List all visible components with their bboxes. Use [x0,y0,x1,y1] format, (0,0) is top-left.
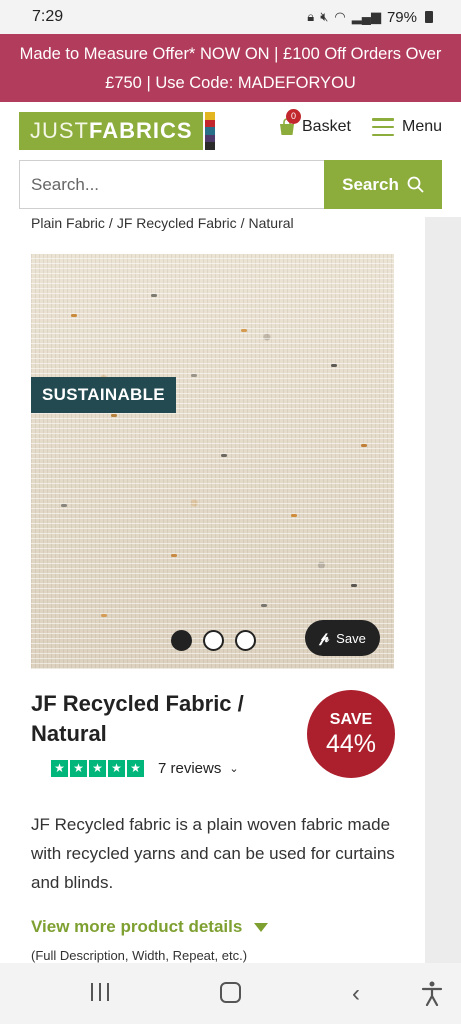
rating-stars: ★ ★ ★ ★ ★ [51,760,144,777]
back-icon[interactable]: ‹ [352,980,360,1008]
chevron-down-icon: ⌄ [229,763,239,775]
accessibility-icon[interactable] [421,980,443,1006]
carousel-dot[interactable] [171,630,192,651]
search-icon [407,176,424,193]
wifi-icon: ◠ [334,9,346,24]
product-image[interactable] [31,254,394,669]
search-input[interactable] [19,160,324,209]
star-icon: ★ [127,760,144,777]
product-title: JF Recycled Fabric / Natural [31,691,244,746]
basket-label: Basket [302,118,351,135]
logo-stripes [204,112,215,150]
home-icon[interactable] [220,982,241,1003]
save-label: SAVE [329,711,373,728]
basket-count-badge: 0 [286,109,301,124]
star-icon: ★ [108,760,125,777]
pinterest-save-label: Save [336,630,366,646]
battery-text: 79% [386,8,417,26]
site-header: JUSTFABRICS 0 Basket Menu [0,102,461,158]
basket-button[interactable]: 0 Basket [278,109,351,136]
carousel-dot[interactable] [203,630,224,651]
reviews-count: 7 reviews [158,760,222,777]
breadcrumb: Plain Fabric / JF Recycled Fabric / Natural [31,215,294,231]
breadcrumb-item[interactable]: JF Recycled Fabric [117,215,237,231]
promo-text: Made to Measure Offer* NOW ON | £100 Off… [19,45,442,92]
mute-icon: 🔇︎ [320,9,329,24]
hamburger-icon [372,118,394,136]
basket-icon: 0 [278,109,301,136]
signal-icon: ▂▄▆ [351,9,381,24]
logo-fabrics: FABRICS [89,118,193,143]
star-icon: ★ [89,760,106,777]
pinterest-icon: 𝓅 [319,630,330,646]
search-button-label: Search [342,174,399,194]
status-time: 7:29 [32,8,64,25]
view-more-label: View more product details [31,917,243,936]
promo-banner[interactable]: Made to Measure Offer* NOW ON | £100 Off… [0,34,461,102]
system-nav-bar: ‹ [0,963,461,1024]
search-bar: Search [19,160,442,209]
battery-icon [425,11,433,23]
view-more-subtext: (Full Description, Width, Repeat, etc.) [31,948,248,963]
pinterest-save-button[interactable]: 𝓅 Save [305,620,380,656]
menu-label: Menu [402,118,443,135]
search-button[interactable]: Search [324,160,442,209]
breadcrumb-item: Natural [248,215,294,231]
page-gutter [425,217,461,963]
status-bar: 7:29 🔒︎ 🔇︎ ◠ ▂▄▆ 79% [0,0,461,34]
view-more-details-link[interactable]: View more product details [31,917,269,937]
breadcrumb-item[interactable]: Plain Fabric [31,215,105,231]
recents-icon[interactable] [91,983,109,1001]
lock-icon: 🔒︎ [307,9,315,24]
status-icons: 🔒︎ 🔇︎ ◠ ▂▄▆ 79% [307,9,433,26]
site-logo[interactable]: JUSTFABRICS [19,112,215,150]
menu-button[interactable]: Menu [372,118,442,136]
save-percent: 44% [325,730,377,758]
logo-just: JUST [30,118,89,143]
caret-down-icon [254,922,269,932]
star-icon: ★ [70,760,87,777]
carousel-dot[interactable] [235,630,256,651]
sustainable-tag: SUSTAINABLE [31,377,176,413]
image-carousel-dots [171,630,256,651]
save-badge: SAVE 44% [307,690,395,778]
reviews-summary[interactable]: ★ ★ ★ ★ ★ 7 reviews ⌄ [51,760,239,777]
product-description: JF Recycled fabric is a plain woven fabr… [31,815,395,892]
star-icon: ★ [51,760,68,777]
logo-wordmark: JUSTFABRICS [19,112,203,150]
